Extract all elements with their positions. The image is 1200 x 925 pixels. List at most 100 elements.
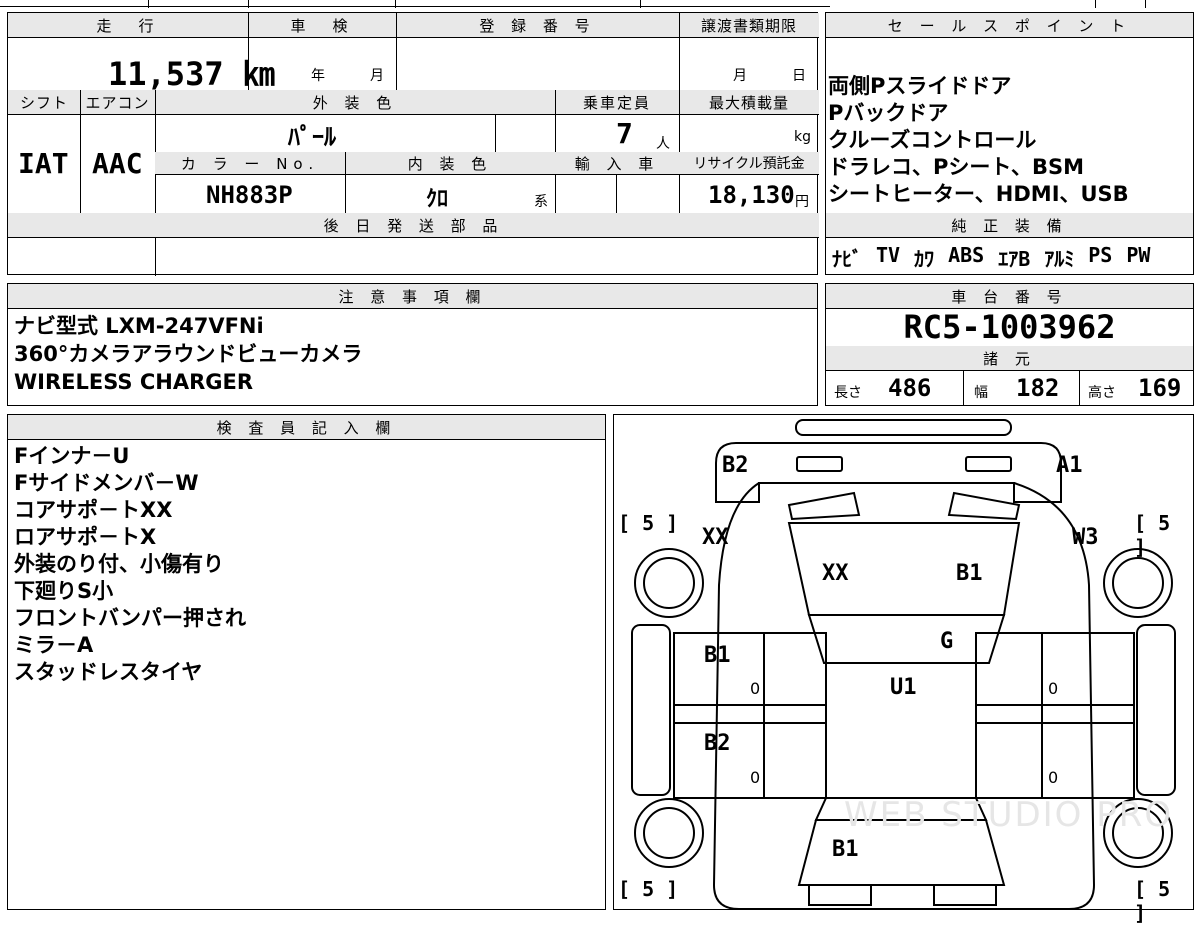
transfer-day-label: 日: [792, 68, 806, 84]
chassis-panel: 車 台 番 号 RC5-1003962 諸 元 長さ 486 幅 182 高さ …: [825, 283, 1194, 406]
capacity-unit: 人: [656, 136, 670, 152]
chassis-header: 車 台 番 号: [826, 284, 1193, 308]
specs-header: 諸 元: [826, 346, 1193, 370]
transfer-header: 譲渡書類期限: [679, 13, 819, 37]
vehicle-info-table: 走 行 車 検 登 録 番 号 譲渡書類期限 11,537 ㎞ 年 月 月 日 …: [7, 12, 819, 276]
equipment-item: PW: [1126, 243, 1151, 267]
equipment-item: ｴｱB: [998, 247, 1031, 271]
width-label: 幅: [974, 385, 988, 401]
note-line: ナビ型式 LXM-247VFNi: [14, 314, 264, 338]
windshield: [807, 614, 1006, 664]
wheel-front-left: [634, 548, 704, 618]
sales-points-panel: セ ー ル ス ポ イ ン ト 両側Pスライドドア Pバックドア クルーズコント…: [825, 12, 1194, 275]
height-label: 高さ: [1088, 385, 1116, 401]
length-label: 長さ: [834, 385, 862, 401]
exterior-color-header: 外 装 色: [155, 90, 555, 114]
mileage-header: 走 行: [8, 13, 248, 37]
length-value: 486: [888, 374, 932, 402]
zero-rear-left: 0: [750, 768, 761, 787]
mark-u1-roof: U1: [890, 675, 917, 700]
shift-value: IAT: [18, 147, 69, 180]
equipment-item: ｶﾜ: [914, 247, 935, 271]
mileage-value: 11,537 ㎞: [108, 55, 275, 93]
color-no-value: NH883P: [206, 181, 293, 209]
tire-depth-front-right: [ 5 ]: [1134, 511, 1171, 559]
height-value: 169: [1138, 374, 1182, 402]
interior-color-header: 内 装 色: [345, 152, 555, 174]
notes-panel: 注 意 事 項 欄 ナビ型式 LXM-247VFNi 360°カメラアラウンドビ…: [7, 283, 818, 406]
inspector-line: 外装のり付、小傷有り: [14, 552, 224, 576]
inspection-header: 車 検: [248, 13, 396, 37]
capacity-value: 7: [616, 117, 633, 150]
later-parts-header: 後 日 発 送 部 品: [8, 213, 819, 237]
mark-b2-left: B2: [704, 731, 731, 756]
max-load-unit: kg: [794, 129, 811, 145]
color-no-header: カ ラ ー No.: [155, 152, 345, 174]
genuine-equipment-list: ﾅﾋﾞ TV ｶﾜ ABS ｴｱB ｱﾙﾐ PS PW: [832, 243, 1150, 272]
top-strip: [0, 0, 1200, 8]
headlight-left: [796, 456, 843, 472]
inspector-line: フロントバンパー押され: [14, 606, 247, 630]
sales-point-item: シートヒーター、HDMI、USB: [828, 182, 1129, 206]
inspector-line: ロアサポ－トX: [14, 525, 157, 549]
recycle-value: 18,130: [708, 181, 795, 209]
import-header: 輸 入 車: [555, 152, 679, 174]
equipment-item: PS: [1088, 243, 1113, 267]
equipment-item: TV: [876, 243, 901, 267]
equipment-item: ﾅﾋﾞ: [832, 247, 862, 271]
notes-list: ナビ型式 LXM-247VFNi 360°カメラアラウンドビューカメラ WIRE…: [14, 312, 362, 396]
wheel-rear-left: [634, 798, 704, 868]
sales-points-list: 両側Pスライドドア Pバックドア クルーズコントロール ドラレコ、Pシート、BS…: [828, 73, 1129, 208]
sales-point-item: ドラレコ、Pシート、BSM: [828, 155, 1084, 179]
wheel-front-right: [1103, 548, 1173, 618]
aircon-header: エアコン: [80, 90, 155, 114]
capacity-header: 乗車定員: [555, 90, 679, 114]
max-load-header: 最大積載量: [679, 90, 819, 114]
watermark: WEB STUDIO PRO: [844, 795, 1174, 835]
inspector-line: スタッドレスタイヤ: [14, 660, 203, 684]
inspector-line: コアサポ－トXX: [14, 498, 173, 522]
door-front-right: [975, 632, 1135, 724]
mark-b1-left: B1: [704, 643, 731, 668]
sales-point-item: クルーズコントロール: [828, 128, 1037, 152]
transfer-month-label: 月: [733, 68, 747, 84]
door-front-left: [673, 632, 827, 724]
mark-b1-hood: B1: [956, 561, 983, 586]
notes-header: 注 意 事 項 欄: [8, 284, 817, 308]
sales-points-header: セ ー ル ス ポ イ ン ト: [826, 13, 1193, 37]
inspection-month-label: 月: [370, 68, 384, 84]
side-rail-left: [631, 624, 671, 796]
mark-a1-top: A1: [1056, 453, 1083, 478]
mark-xx-left: XX: [702, 525, 729, 550]
sales-point-item: Pバックドア: [828, 101, 949, 125]
side-rail-right: [1136, 624, 1176, 796]
headlight-right: [965, 456, 1012, 472]
exterior-color-value: ﾊﾟｰﾙ: [288, 123, 336, 151]
tire-depth-front-left: [ 5 ]: [618, 511, 679, 535]
equipment-item: ABS: [948, 243, 985, 267]
registration-header: 登 録 番 号: [396, 13, 679, 37]
mark-b1-rear: B1: [832, 837, 859, 862]
tire-depth-rear-right: [ 5 ]: [1134, 877, 1171, 925]
zero-rear-right: 0: [1048, 768, 1059, 787]
interior-color-value: ｸﾛ: [426, 187, 449, 212]
front-outline: [715, 442, 1062, 503]
inspector-panel: 検 査 員 記 入 欄 Fインナ－U Fサイドメンバ－W コアサポ－トXX ロア…: [7, 414, 606, 910]
zero-front-right: 0: [1048, 679, 1059, 698]
mark-xx-hood: XX: [822, 561, 849, 586]
aircon-value: AAC: [92, 147, 143, 180]
inspection-year-label: 年: [311, 68, 325, 84]
mark-g-glass: G: [940, 629, 954, 654]
recycle-unit: 円: [795, 194, 809, 210]
note-line: 360°カメラアラウンドビューカメラ: [14, 342, 363, 366]
chassis-number: RC5-1003962: [903, 308, 1116, 346]
inspector-line: Fサイドメンバ－W: [14, 471, 199, 495]
inspector-header: 検 査 員 記 入 欄: [8, 415, 605, 439]
mark-b2-top: B2: [722, 453, 749, 478]
inspector-line: ミラ－A: [14, 633, 94, 657]
recycle-header: リサイクル預託金: [679, 152, 819, 174]
equipment-item: ｱﾙﾐ: [1044, 247, 1075, 271]
damage-diagram-panel: B2 A1 XX W3 XX B1 G U1 B1 B2 B1 0 0 0 0 …: [613, 414, 1194, 925]
front-bumper: [795, 419, 1012, 436]
tire-depth-rear-left: [ 5 ]: [618, 877, 679, 901]
